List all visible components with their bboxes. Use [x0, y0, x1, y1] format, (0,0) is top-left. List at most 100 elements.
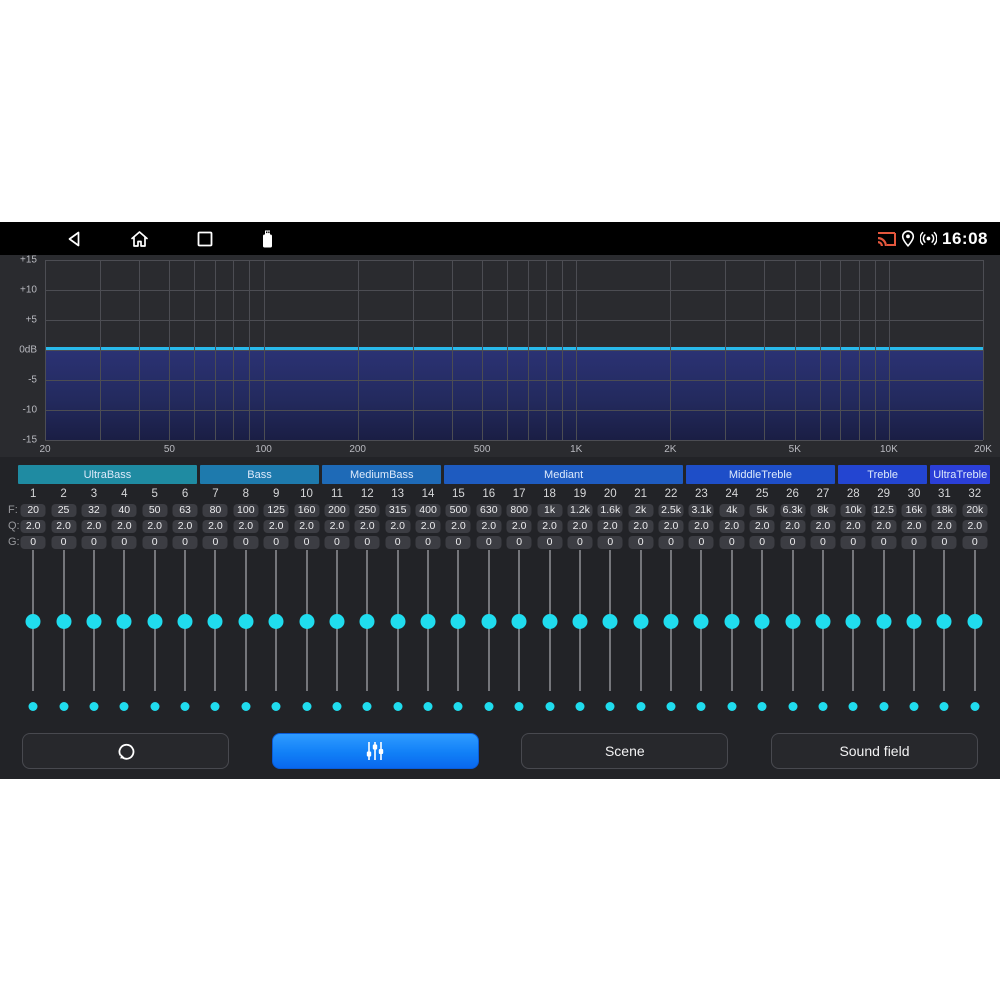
band-frequency-value: 1k	[537, 504, 562, 517]
band-slider-knob[interactable]	[694, 614, 709, 629]
sound-field-button[interactable]: Sound field	[771, 733, 978, 769]
band-marker-dot	[150, 702, 159, 711]
x-axis-tick-label: 100	[255, 444, 272, 455]
band-number: 20	[604, 488, 617, 501]
band-slider-knob[interactable]	[451, 614, 466, 629]
home-icon[interactable]	[130, 230, 149, 248]
band-frequency-value: 1.2k	[567, 504, 592, 517]
band-column: 3016k2.00	[899, 488, 929, 716]
y-axis-tick-label: -15	[0, 435, 37, 446]
band-column: 3118k2.00	[929, 488, 959, 716]
band-slider-knob[interactable]	[724, 614, 739, 629]
back-icon[interactable]	[65, 230, 83, 248]
band-q-value: 2.0	[476, 520, 501, 533]
band-marker-dot	[910, 702, 919, 711]
band-frequency-value: 315	[385, 504, 410, 517]
band-gain-value: 0	[871, 536, 896, 549]
sound-field-button-label: Sound field	[839, 743, 909, 759]
band-column: 181k2.00	[534, 488, 564, 716]
band-slider-knob[interactable]	[421, 614, 436, 629]
band-gain-value: 0	[659, 536, 684, 549]
band-marker-dot	[849, 702, 858, 711]
band-slider-knob[interactable]	[360, 614, 375, 629]
band-number: 29	[877, 488, 890, 501]
band-marker-dot	[818, 702, 827, 711]
band-slider-knob[interactable]	[572, 614, 587, 629]
y-axis-tick-label: 0dB	[0, 345, 37, 356]
band-slider-knob[interactable]	[390, 614, 405, 629]
band-slider-knob[interactable]	[147, 614, 162, 629]
frequency-row-label: F:	[8, 504, 18, 517]
band-slider-knob[interactable]	[208, 614, 223, 629]
band-slider-knob[interactable]	[633, 614, 648, 629]
band-slider-knob[interactable]	[299, 614, 314, 629]
y-axis-tick-label: +15	[0, 255, 37, 266]
band-frequency-value: 100	[233, 504, 258, 517]
band-slider-knob[interactable]	[603, 614, 618, 629]
reset-button[interactable]	[22, 733, 229, 769]
band-slider-knob[interactable]	[269, 614, 284, 629]
band-slider-knob[interactable]	[815, 614, 830, 629]
band-q-value: 2.0	[324, 520, 349, 533]
band-frequency-value: 250	[355, 504, 380, 517]
x-axis-tick-label: 1K	[570, 444, 582, 455]
band-number: 13	[391, 488, 404, 501]
x-axis-tick-label: 2K	[664, 444, 676, 455]
band-q-value: 2.0	[294, 520, 319, 533]
band-q-value: 2.0	[446, 520, 471, 533]
grid-vline	[983, 260, 984, 440]
band-number: 7	[212, 488, 218, 501]
band-slider-knob[interactable]	[481, 614, 496, 629]
band-frequency-value: 4k	[719, 504, 744, 517]
band-slider-knob[interactable]	[967, 614, 982, 629]
band-slider-knob[interactable]	[937, 614, 952, 629]
cast-icon	[877, 231, 896, 247]
band-column: 2252.00	[48, 488, 78, 716]
band-slider-knob[interactable]	[846, 614, 861, 629]
band-marker-dot	[89, 702, 98, 711]
band-slider-knob[interactable]	[876, 614, 891, 629]
band-q-value: 2.0	[173, 520, 198, 533]
scene-button[interactable]: Scene	[521, 733, 728, 769]
equalizer-app-window: 16:08 +15+10+50dB-5-10-15 20501002005001…	[0, 222, 1000, 779]
band-column: 144002.00	[413, 488, 443, 716]
band-marker-dot	[241, 702, 250, 711]
band-gain-value: 0	[81, 536, 106, 549]
y-axis-tick-label: +10	[0, 285, 37, 296]
band-column: 191.2k2.00	[565, 488, 595, 716]
x-axis-tick-label: 20K	[974, 444, 992, 455]
band-frequency-value: 200	[324, 504, 349, 517]
band-frequency-value: 800	[507, 504, 532, 517]
band-gain-value: 0	[780, 536, 805, 549]
band-frequency-value: 12.5	[871, 504, 896, 517]
recents-icon[interactable]	[197, 231, 213, 247]
band-slider-knob[interactable]	[56, 614, 71, 629]
band-slider-knob[interactable]	[178, 614, 193, 629]
band-number: 2	[60, 488, 66, 501]
band-slider-knob[interactable]	[117, 614, 132, 629]
band-slider-knob[interactable]	[512, 614, 527, 629]
eq-response-graph: +15+10+50dB-5-10-15 20501002005001K2K5K1…	[0, 255, 1000, 457]
band-q-value: 2.0	[264, 520, 289, 533]
band-slider-knob[interactable]	[329, 614, 344, 629]
band-number: 31	[938, 488, 951, 501]
band-slider-knob[interactable]	[238, 614, 253, 629]
band-q-value: 2.0	[810, 520, 835, 533]
band-column: 155002.00	[443, 488, 473, 716]
band-group-label: Bass	[247, 469, 271, 481]
band-slider-knob[interactable]	[542, 614, 557, 629]
band-number: 23	[695, 488, 708, 501]
band-q-value: 2.0	[81, 520, 106, 533]
equalizer-button[interactable]	[272, 733, 479, 769]
band-slider-knob[interactable]	[785, 614, 800, 629]
band-slider-knob[interactable]	[86, 614, 101, 629]
band-slider-knob[interactable]	[755, 614, 770, 629]
band-q-value: 2.0	[355, 520, 380, 533]
band-frequency-value: 400	[416, 504, 441, 517]
band-number: 14	[422, 488, 435, 501]
band-slider-knob[interactable]	[907, 614, 922, 629]
band-slider-knob[interactable]	[664, 614, 679, 629]
band-slider-knob[interactable]	[26, 614, 41, 629]
band-q-value: 2.0	[902, 520, 927, 533]
band-group-mediumbass: MediumBass	[322, 465, 441, 484]
